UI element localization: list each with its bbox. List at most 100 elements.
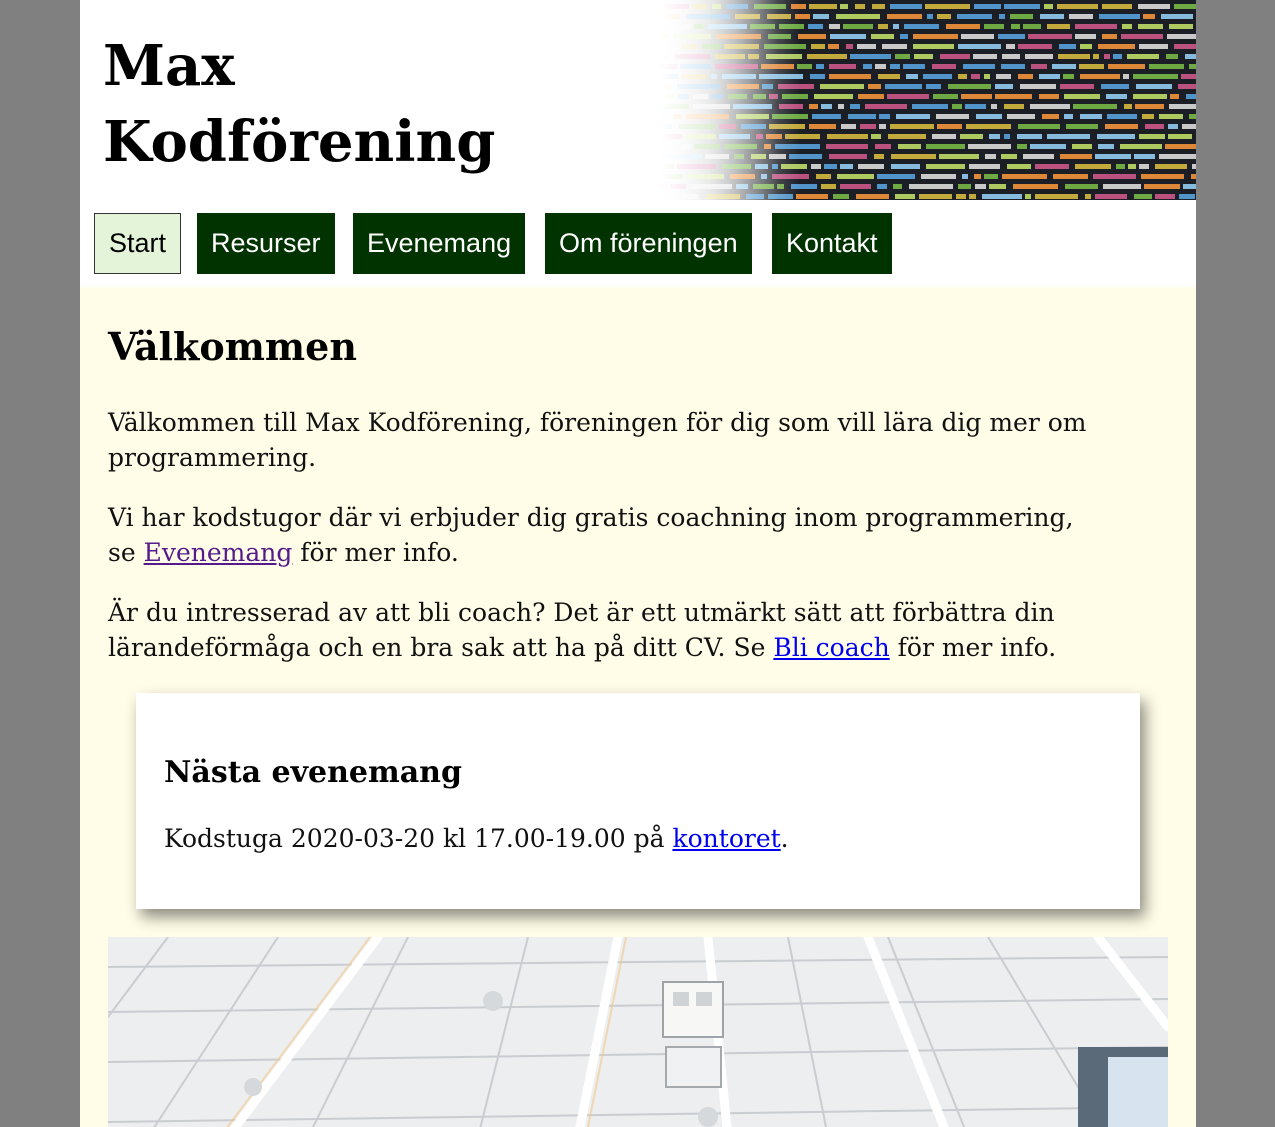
code-fragment bbox=[798, 34, 826, 39]
code-fragment bbox=[926, 84, 941, 89]
code-fragment bbox=[1093, 174, 1136, 179]
code-fragment bbox=[898, 144, 921, 149]
code-fragment bbox=[1035, 194, 1078, 199]
code-fragment bbox=[903, 64, 925, 69]
code-fragment bbox=[816, 64, 824, 69]
code-fragment bbox=[850, 104, 860, 109]
code-fragment bbox=[812, 114, 841, 119]
code-fragment bbox=[989, 184, 1006, 189]
nav-item-start[interactable]: Start bbox=[94, 213, 182, 274]
code-fragment bbox=[1189, 114, 1196, 119]
code-fragment bbox=[887, 94, 929, 99]
code-fragment bbox=[958, 74, 967, 79]
code-fragment bbox=[1186, 94, 1196, 99]
banner-fade bbox=[660, 0, 800, 200]
code-fragment bbox=[1075, 164, 1111, 169]
code-fragment bbox=[989, 134, 1000, 139]
code-fragment bbox=[837, 174, 874, 179]
code-fragment bbox=[1166, 54, 1178, 59]
nav-item-kontakt[interactable]: Kontakt bbox=[772, 213, 892, 274]
code-fragment bbox=[1182, 124, 1196, 129]
code-fragment bbox=[927, 14, 933, 19]
code-fragment bbox=[1136, 84, 1172, 89]
code-fragment bbox=[807, 54, 847, 59]
main-nav: Start Resurser Evenemang Om föreningen K… bbox=[80, 200, 1196, 287]
code-fragment bbox=[1040, 14, 1064, 19]
code-fragment bbox=[846, 44, 853, 49]
code-fragment bbox=[1138, 24, 1163, 29]
code-fragment bbox=[1058, 54, 1090, 59]
code-fragment bbox=[965, 104, 986, 109]
code-fragment bbox=[969, 194, 976, 199]
code-fragment bbox=[1065, 184, 1098, 189]
next-event-text: Kodstuga 2020-03-20 kl 17.00-19.00 på ko… bbox=[164, 821, 789, 856]
code-fragment bbox=[878, 74, 900, 79]
code-fragment bbox=[890, 124, 934, 129]
code-fragment bbox=[984, 74, 990, 79]
code-fragment bbox=[882, 44, 907, 49]
code-fragment bbox=[926, 164, 965, 169]
site-header: Max Kodförening bbox=[80, 0, 1196, 200]
coaching-text-end: för mer info. bbox=[292, 538, 459, 567]
code-fragment bbox=[996, 74, 1011, 79]
code-fragment bbox=[914, 54, 933, 59]
code-fragment bbox=[999, 14, 1005, 19]
event-text-end: . bbox=[780, 824, 789, 853]
code-fragment bbox=[1127, 54, 1159, 59]
nav-item-resurser[interactable]: Resurser bbox=[197, 213, 335, 274]
code-fragment bbox=[1133, 74, 1178, 79]
code-fragment bbox=[1102, 34, 1117, 39]
code-fragment bbox=[960, 134, 983, 139]
code-fragment bbox=[1039, 74, 1060, 79]
code-fragment bbox=[840, 4, 848, 9]
code-fragment bbox=[1004, 134, 1010, 139]
kontoret-link[interactable]: kontoret bbox=[672, 824, 780, 853]
code-fragment bbox=[1039, 94, 1059, 99]
code-fragment bbox=[1191, 174, 1196, 179]
code-fragment bbox=[1149, 64, 1184, 69]
code-fragment bbox=[1181, 74, 1196, 79]
code-fragment bbox=[1155, 194, 1175, 199]
code-fragment bbox=[1139, 134, 1165, 139]
code-fragment bbox=[1007, 164, 1031, 169]
code-fragment bbox=[838, 104, 844, 109]
code-fragment bbox=[939, 154, 979, 159]
code-fragment bbox=[1057, 4, 1098, 9]
code-fragment bbox=[874, 154, 884, 159]
code-fragment bbox=[958, 184, 971, 189]
code-fragment bbox=[821, 104, 832, 109]
code-fragment bbox=[952, 104, 962, 109]
code-fragment bbox=[976, 114, 1002, 119]
code-fragment bbox=[1155, 164, 1187, 169]
code-fragment bbox=[865, 104, 907, 109]
site-title-line1: Max bbox=[103, 33, 235, 99]
code-fragment bbox=[1047, 24, 1070, 29]
code-fragment bbox=[921, 174, 956, 179]
code-fragment bbox=[858, 164, 884, 169]
code-fragment bbox=[1064, 114, 1073, 119]
office-photo bbox=[108, 937, 1168, 1127]
nav-item-om-foreningen[interactable]: Om föreningen bbox=[545, 213, 752, 274]
evenemang-link[interactable]: Evenemang bbox=[144, 538, 293, 567]
code-fragment bbox=[820, 84, 864, 89]
code-fragment bbox=[995, 94, 1032, 99]
code-fragment bbox=[961, 94, 992, 99]
code-fragment bbox=[1001, 154, 1017, 159]
site-title: Max Kodförening bbox=[103, 28, 495, 180]
code-fragment bbox=[974, 174, 981, 179]
code-fragment bbox=[824, 164, 837, 169]
bli-coach-link[interactable]: Bli coach bbox=[773, 633, 889, 662]
code-fragment bbox=[1139, 44, 1168, 49]
code-fragment bbox=[1098, 144, 1114, 149]
code-fragment bbox=[1134, 154, 1155, 159]
code-fragment bbox=[1059, 44, 1076, 49]
code-fragment bbox=[926, 144, 965, 149]
code-fragment bbox=[808, 24, 823, 29]
code-fragment bbox=[816, 174, 831, 179]
nav-item-evenemang[interactable]: Evenemang bbox=[353, 213, 526, 274]
code-fragment bbox=[828, 44, 839, 49]
code-fragment bbox=[830, 34, 866, 39]
code-fragment bbox=[1025, 54, 1053, 59]
code-fragment bbox=[1178, 84, 1196, 89]
page: Max Kodförening Start Resurser Evenemang… bbox=[80, 0, 1196, 1127]
